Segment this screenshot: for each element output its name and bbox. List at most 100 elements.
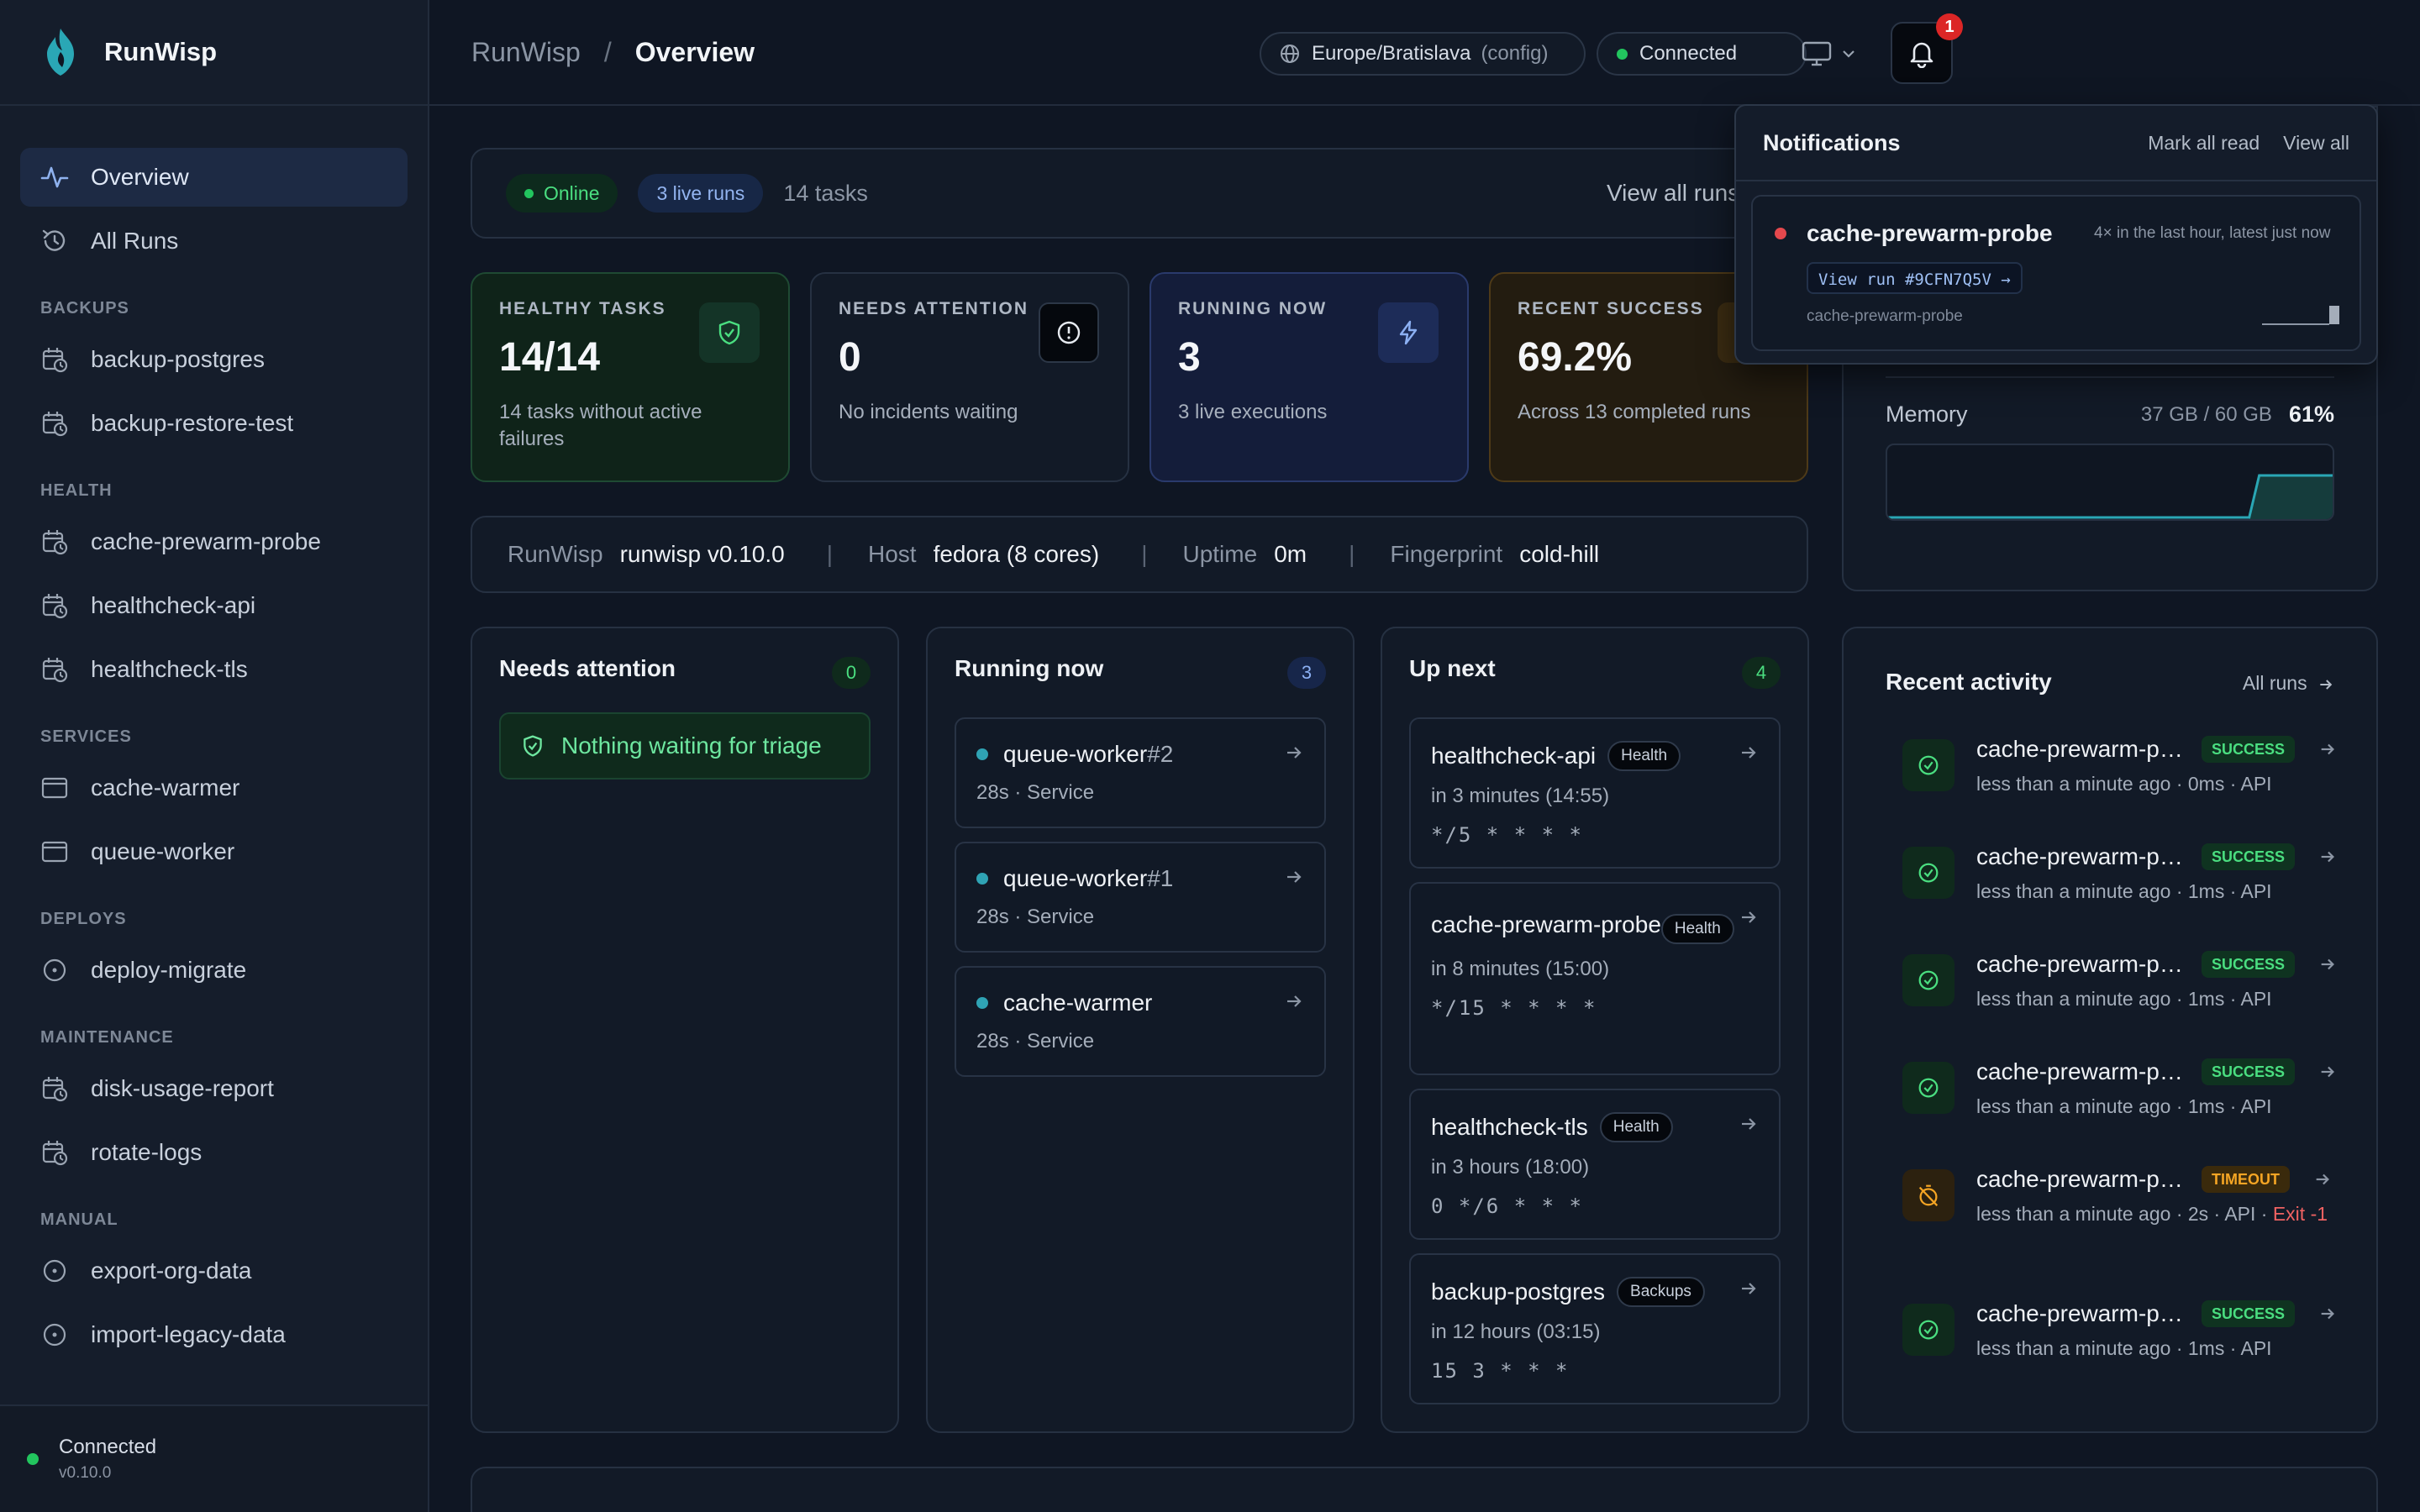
nav-section-heading: BACKUPS xyxy=(40,299,129,318)
sidebar-item-backup-restore-test[interactable]: backup-restore-test xyxy=(20,394,408,453)
notifications-button[interactable]: 1 xyxy=(1891,13,1963,84)
page-title: Overview xyxy=(634,36,755,67)
info-divider: | xyxy=(826,541,833,567)
all-runs-link[interactable]: All runs xyxy=(2243,672,2334,695)
breadcrumb-root[interactable]: RunWisp xyxy=(471,37,581,68)
scheduled-item[interactable]: healthcheck-tls Health in 3 hours (18:00)… xyxy=(1409,1089,1781,1240)
status-badge: SUCCESS xyxy=(2202,736,2296,763)
activity-item[interactable]: cache-prewarm-probe SUCCESS less than a mi… xyxy=(1902,1058,2335,1120)
running-item[interactable]: queue-worker #2 28s · Service xyxy=(955,717,1326,828)
nav-section-heading: MANUAL xyxy=(40,1210,118,1229)
nav-section-heading: DEPLOYS xyxy=(40,910,127,928)
recent-activity-panel: Recent activity All runs cache-prewarm-p… xyxy=(1842,627,2378,1433)
category-badge: Backups xyxy=(1617,1277,1705,1307)
stat-subtext: 3 live executions xyxy=(1178,401,1328,423)
online-label: Online xyxy=(544,181,600,204)
timezone-pill[interactable]: Europe/Bratislava (config) xyxy=(1260,32,1586,76)
check-circle-icon xyxy=(1918,755,1939,775)
online-badge: Online xyxy=(506,174,618,213)
runwisp-logo-icon xyxy=(47,29,74,76)
activity-meta-text: less than a minute ago · 1ms · API xyxy=(1976,1337,2272,1359)
connected-dot xyxy=(27,1453,39,1465)
sidebar-item-label: rotate-logs xyxy=(91,1139,203,1165)
activity-item[interactable]: cache-prewarm-probe TIMEOUT less than a mi… xyxy=(1902,1166,2334,1227)
brand[interactable]: RunWisp xyxy=(0,0,428,106)
arrow-right-icon xyxy=(2320,680,2333,690)
view-all-runs-link[interactable]: View all runs xyxy=(1607,180,1739,207)
info-host-key: Host xyxy=(867,541,917,567)
circle-dot-icon xyxy=(43,1323,66,1347)
activity-item[interactable]: cache-prewarm-probe SUCCESS less than a mi… xyxy=(1902,1300,2335,1362)
sidebar-item-label: queue-worker xyxy=(91,838,235,864)
online-dot xyxy=(524,188,534,198)
version-label: v0.10.0 xyxy=(59,1464,112,1482)
stat-card-needs-attention[interactable]: NEEDS ATTENTION 0 No incidents waiting xyxy=(810,272,1129,482)
live-runs-badge[interactable]: 3 live runs xyxy=(638,174,764,213)
sidebar-item-label: import-legacy-data xyxy=(91,1321,286,1347)
scheduled-item[interactable]: healthcheck-api Health in 3 minutes (14:5… xyxy=(1409,717,1781,869)
sidebar-item-healthcheck-api[interactable]: healthcheck-api xyxy=(20,576,408,635)
nav-all-runs[interactable]: All Runs xyxy=(20,212,408,270)
sidebar-item-label: deploy-migrate xyxy=(91,957,247,983)
scheduled-item[interactable]: cache-prewarm-probe Health in 8 minutes (… xyxy=(1409,882,1781,1075)
status-badge: TIMEOUT xyxy=(2202,1166,2290,1193)
running-item-meta: 28s · Service xyxy=(976,1030,1095,1053)
memory-label: Memory xyxy=(1886,402,1968,427)
mark-all-read-button[interactable]: Mark all read xyxy=(2148,132,2260,155)
stat-card-healthy-tasks[interactable]: HEALTHY TASKS 14/14 14 tasks without act… xyxy=(471,272,790,482)
nav-section-heading: MAINTENANCE xyxy=(40,1028,174,1047)
sidebar-item-label: backup-restore-test xyxy=(91,410,294,436)
sidebar-item-healthcheck-tls[interactable]: healthcheck-tls xyxy=(20,640,408,699)
shield-check-icon xyxy=(523,735,542,757)
display-mode-button[interactable] xyxy=(1791,32,1867,76)
scheduled-item[interactable]: backup-postgres Backups in 12 hours (03:1… xyxy=(1409,1253,1781,1404)
activity-item[interactable]: cache-prewarm-probe SUCCESS less than a mi… xyxy=(1902,951,2335,1012)
view-run-button[interactable]: View run #9CFN7Q5V → xyxy=(1807,262,2023,294)
stat-card-running-now[interactable]: RUNNING NOW 3 3 live executions xyxy=(1150,272,1469,482)
globe-icon xyxy=(1281,45,1299,63)
scheduled-item-name: healthcheck-api xyxy=(1431,743,1597,769)
needs-attention-title: Needs attention xyxy=(499,655,676,681)
nav-section-heading: HEALTH xyxy=(40,481,113,500)
notification-item[interactable]: cache-prewarm-probe 4× in the last hour,… xyxy=(1751,195,2361,351)
history-icon xyxy=(42,229,66,251)
sidebar-item-import-legacy-data[interactable]: import-legacy-data xyxy=(20,1305,408,1364)
activity-task-name: cache-prewarm-probe xyxy=(1976,1300,2190,1326)
status-badge: SUCCESS xyxy=(2202,843,2296,870)
activity-item[interactable]: cache-prewarm-probe SUCCESS less than a mi… xyxy=(1902,736,2337,797)
sidebar-item-queue-worker[interactable]: queue-worker xyxy=(20,822,408,881)
activity-item[interactable]: cache-prewarm-probe SUCCESS less than a mi… xyxy=(1902,843,2335,905)
monitor-icon xyxy=(1802,41,1832,66)
sidebar-item-disk-usage-report[interactable]: disk-usage-report xyxy=(20,1059,408,1118)
circle-dot-icon xyxy=(43,1259,66,1283)
activity-status-icon xyxy=(1902,1304,1954,1356)
activity-meta-text: less than a minute ago · 1ms · API xyxy=(1976,880,2272,902)
running-item-number: #1 xyxy=(1147,865,1174,891)
activity-meta: less than a minute ago · 0ms · API xyxy=(1976,771,2337,797)
sidebar-item-cache-prewarm-probe[interactable]: cache-prewarm-probe xyxy=(20,512,408,571)
needs-attention-panel: Needs attention 0 Nothing waiting for tr… xyxy=(471,627,899,1433)
running-item[interactable]: cache-warmer 28s · Service xyxy=(955,966,1326,1077)
sidebar-item-backup-postgres[interactable]: backup-postgres xyxy=(20,330,408,389)
sidebar-item-export-org-data[interactable]: export-org-data xyxy=(20,1242,408,1300)
activity-task-name: cache-prewarm-probe xyxy=(1976,1058,2190,1084)
stat-subtext: No incidents waiting xyxy=(839,401,1018,423)
sidebar-item-deploy-migrate[interactable]: deploy-migrate xyxy=(20,941,408,1000)
running-now-panel: Running now 3 queue-worker #2 28s · Servi… xyxy=(926,627,1355,1433)
activity-error: Exit -1 xyxy=(2272,1203,2328,1225)
memory-used: 37 GB / 60 GB xyxy=(2140,402,2272,426)
view-all-notifications-link[interactable]: View all xyxy=(2283,132,2349,155)
running-now-title: Running now xyxy=(955,655,1104,681)
info-uptime-value: 0m xyxy=(1274,541,1307,567)
running-item[interactable]: queue-worker #1 28s · Service xyxy=(955,842,1326,953)
sidebar-item-label: healthcheck-api xyxy=(91,592,256,618)
needs-attention-count: 0 xyxy=(832,657,871,689)
calendar-clock-icon xyxy=(42,412,68,437)
sidebar-item-rotate-logs[interactable]: rotate-logs xyxy=(20,1123,408,1182)
arrow-right-icon xyxy=(1287,871,1302,883)
stat-icon-box xyxy=(699,302,760,363)
sidebar-item-cache-warmer[interactable]: cache-warmer xyxy=(20,759,408,817)
nav-overview[interactable]: Overview xyxy=(20,148,408,207)
arrow-right-icon xyxy=(2321,1066,2335,1078)
calendar-clock-icon xyxy=(42,1077,68,1102)
